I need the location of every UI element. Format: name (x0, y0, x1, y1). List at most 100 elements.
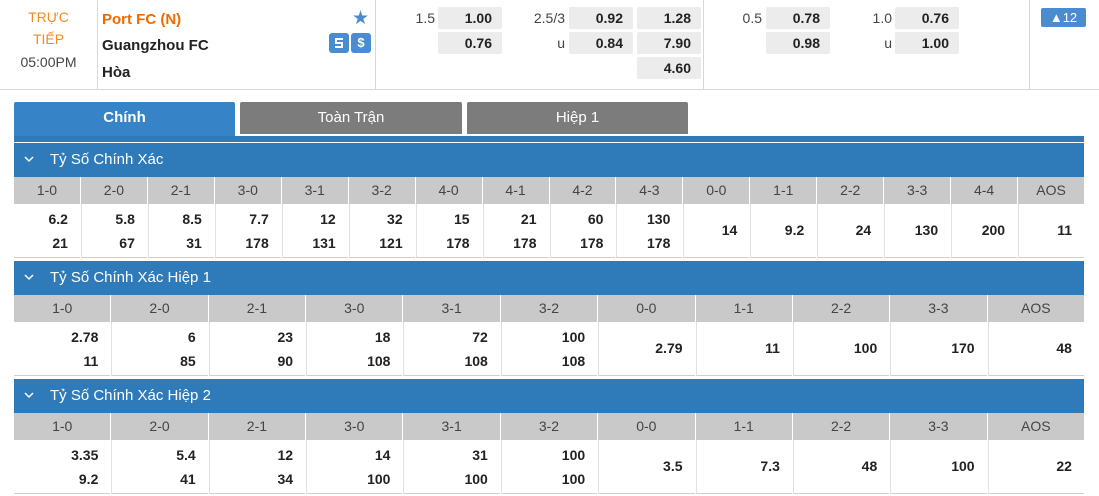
odds-cell[interactable]: 5.8 67 (80, 204, 147, 258)
odd-value-home[interactable]: 7.7 (249, 211, 268, 227)
odd-value-away[interactable]: 100 (367, 471, 390, 487)
odd-value-home[interactable]: 60 (588, 211, 604, 227)
odds-cell[interactable]: 200 (951, 204, 1018, 258)
odds-cell[interactable]: 12 131 (281, 204, 348, 258)
odd-value-away[interactable]: 9.2 (79, 471, 98, 487)
odd-value-home[interactable]: 2.78 (71, 329, 98, 345)
odd-value-away[interactable]: 67 (119, 235, 135, 251)
odd-value-home[interactable]: 72 (472, 329, 488, 345)
odds-cell[interactable]: 130 (884, 204, 951, 258)
odd-value-home[interactable]: 5.8 (115, 211, 134, 227)
odd-value[interactable]: 11 (765, 340, 780, 356)
odds-cell[interactable]: 130 178 (616, 204, 683, 258)
ft-handicap-home-odd[interactable]: 1.00 (438, 7, 502, 29)
section-header[interactable]: Tỷ Số Chính Xác Hiệp 2 (14, 379, 1084, 413)
odd-value-home[interactable]: 5.4 (176, 447, 195, 463)
odd-value-away[interactable]: 11 (84, 353, 99, 369)
odd-value-home[interactable]: 6.2 (48, 211, 67, 227)
odd-value[interactable]: 7.3 (760, 458, 779, 474)
tab-main[interactable]: Chính (14, 102, 235, 136)
odd-value-away[interactable]: 90 (278, 353, 294, 369)
odds-cell[interactable]: 100 100 (500, 440, 598, 494)
odd-value[interactable]: 3.5 (663, 458, 682, 474)
odd-value-away[interactable]: 178 (446, 235, 469, 251)
odd-value-home[interactable]: 32 (387, 211, 403, 227)
odd-value-away[interactable]: 34 (278, 471, 294, 487)
chevron-down-icon[interactable] (23, 143, 35, 190)
odds-cell[interactable]: 6 85 (111, 322, 208, 376)
odd-value-home[interactable]: 18 (375, 329, 391, 345)
odd-value[interactable]: 24 (856, 222, 872, 238)
odds-cell[interactable]: 48 (987, 322, 1084, 376)
odd-value-home[interactable]: 21 (521, 211, 537, 227)
odds-cell[interactable]: 100 108 (500, 322, 598, 376)
odds-cell[interactable]: 32 121 (348, 204, 415, 258)
odds-cell[interactable]: 60 178 (549, 204, 616, 258)
odd-value[interactable]: 11 (1057, 222, 1072, 238)
odds-cell[interactable]: 6.2 21 (14, 204, 80, 258)
odds-cell[interactable]: 21 178 (482, 204, 549, 258)
ft-under-odd[interactable]: 0.84 (569, 32, 633, 54)
odd-value-away[interactable]: 31 (186, 235, 202, 251)
ft-over-odd[interactable]: 0.92 (569, 7, 633, 29)
section-header[interactable]: Tỷ Số Chính Xác Hiệp 1 (14, 261, 1084, 295)
odd-value[interactable]: 2.79 (655, 340, 682, 356)
odd-value[interactable]: 170 (951, 340, 974, 356)
odd-value-home[interactable]: 130 (647, 211, 670, 227)
odd-value-away[interactable]: 131 (312, 235, 335, 251)
odds-cell[interactable]: 31 100 (403, 440, 500, 494)
odds-cell[interactable]: 23 90 (208, 322, 306, 376)
odds-cell[interactable]: 22 (987, 440, 1084, 494)
odds-cell[interactable]: 18 108 (306, 322, 403, 376)
odds-cell[interactable]: 100 (792, 322, 890, 376)
h1-handicap-home-odd[interactable]: 0.78 (766, 7, 830, 29)
ft-1x2-draw-odd[interactable]: 4.60 (637, 57, 701, 79)
odd-value[interactable]: 130 (915, 222, 938, 238)
odds-cell[interactable]: 48 (792, 440, 890, 494)
odd-value-home[interactable]: 15 (454, 211, 470, 227)
more-markets-button[interactable]: ▲12 (1041, 8, 1086, 27)
odds-cell[interactable]: 8.5 31 (147, 204, 214, 258)
h1-over-odd[interactable]: 0.76 (895, 7, 959, 29)
chevron-down-icon[interactable] (23, 379, 35, 426)
odd-value-away[interactable]: 121 (379, 235, 402, 251)
h1-under-odd[interactable]: 1.00 (895, 32, 959, 54)
odd-value-home[interactable]: 8.5 (182, 211, 201, 227)
odds-cell[interactable]: 3.35 9.2 (14, 440, 111, 494)
odd-value-away[interactable]: 178 (245, 235, 268, 251)
odds-cell[interactable]: 72 108 (403, 322, 500, 376)
odd-value[interactable]: 14 (722, 222, 738, 238)
stats-icon[interactable] (329, 33, 349, 53)
tab-full-match[interactable]: Toàn Trận (240, 102, 462, 134)
odd-value-home[interactable]: 100 (562, 447, 585, 463)
odds-cell[interactable]: 5.4 41 (111, 440, 208, 494)
odd-value[interactable]: 22 (1056, 458, 1072, 474)
home-team[interactable]: Port FC (N) (102, 11, 181, 28)
odd-value-away[interactable]: 178 (580, 235, 603, 251)
odd-value-away[interactable]: 100 (464, 471, 487, 487)
odds-cell[interactable]: 11 (695, 322, 792, 376)
odd-value[interactable]: 9.2 (785, 222, 804, 238)
h1-handicap-away-odd[interactable]: 0.98 (766, 32, 830, 54)
odds-cell[interactable]: 2.78 11 (14, 322, 111, 376)
odd-value-away[interactable]: 108 (562, 353, 585, 369)
odd-value-away[interactable]: 41 (180, 471, 196, 487)
odd-value-away[interactable]: 178 (647, 235, 670, 251)
odd-value-home[interactable]: 23 (278, 329, 294, 345)
odd-value-home[interactable]: 31 (472, 447, 488, 463)
ft-handicap-away-odd[interactable]: 0.76 (438, 32, 502, 54)
section-header[interactable]: Tỷ Số Chính Xác (14, 143, 1084, 177)
away-team[interactable]: Guangzhou FC (102, 37, 209, 54)
odd-value-home[interactable]: 100 (562, 329, 585, 345)
tab-first-half[interactable]: Hiệp 1 (467, 102, 688, 134)
odds-cell[interactable]: 14 100 (306, 440, 403, 494)
money-icon[interactable]: $ (351, 33, 371, 53)
odds-cell[interactable]: 3.5 (598, 440, 695, 494)
odd-value-home[interactable]: 14 (375, 447, 391, 463)
odd-value-home[interactable]: 12 (320, 211, 336, 227)
odd-value-away[interactable]: 108 (464, 353, 487, 369)
odd-value[interactable]: 48 (1056, 340, 1072, 356)
odds-cell[interactable]: 2.79 (598, 322, 695, 376)
odd-value-home[interactable]: 12 (278, 447, 294, 463)
odds-cell[interactable]: 14 (683, 204, 750, 258)
